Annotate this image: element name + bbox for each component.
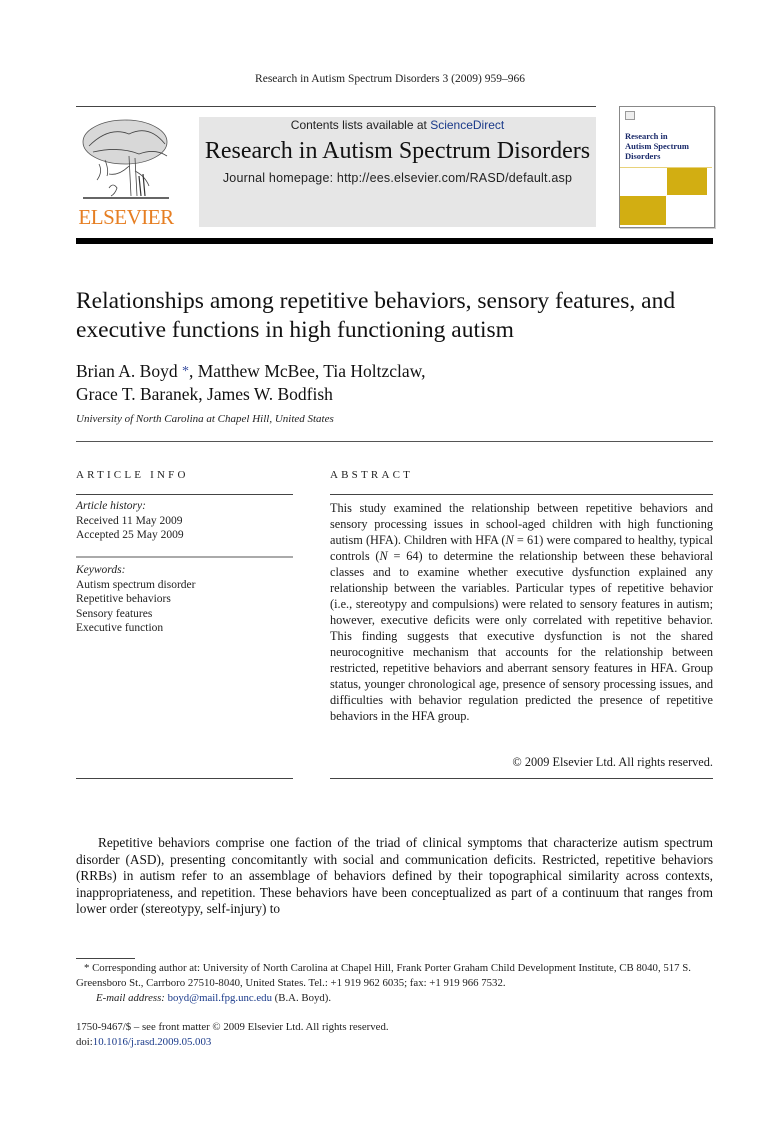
keyword-item: Sensory features — [76, 607, 153, 620]
cover-title-line: Research in — [625, 131, 668, 141]
email-label: E-mail address: — [96, 992, 165, 1004]
sciencedirect-link[interactable]: ScienceDirect — [430, 118, 504, 132]
elsevier-wordmark: ELSEVIER — [78, 205, 174, 229]
keyword-item: Repetitive behaviors — [76, 593, 171, 605]
keyword-item: Autism spectrum disorder — [76, 578, 196, 591]
contents-line: Contents lists available at ScienceDirec… — [199, 118, 596, 132]
front-matter: 1750-9467/$ – see front matter © 2009 El… — [76, 1020, 389, 1050]
elsevier-logo[interactable]: ELSEVIER — [75, 112, 177, 228]
body-paragraph: Repetitive behaviors comprise one factio… — [76, 835, 713, 916]
contents-prefix: Contents lists available at — [290, 118, 431, 132]
abstract-text: This study examined the relationship bet… — [330, 500, 713, 724]
cover-title: Research in Autism Spectrum Disorders — [625, 131, 689, 161]
issn-line: 1750-9467/$ – see front matter © 2009 El… — [76, 1021, 389, 1033]
journal-banner: Contents lists available at ScienceDirec… — [199, 117, 596, 227]
keywords-label: Keywords: — [76, 564, 126, 576]
footnote: * Corresponding author at: University of… — [76, 961, 716, 1006]
doi-line: doi:10.1016/j.rasd.2009.05.003 — [76, 1035, 389, 1050]
abstract-heading: ABSTRACT — [330, 469, 414, 481]
accepted-date: Accepted 25 May 2009 — [76, 529, 184, 541]
abstract-bottom-rule — [330, 778, 713, 779]
header-rule — [76, 106, 596, 107]
article-info-heading: ARTICLE INFO — [76, 469, 189, 481]
abstract-rule — [330, 494, 713, 495]
abstract-n-symbol: N — [505, 533, 514, 547]
received-date: Received 11 May 2009 — [76, 514, 183, 527]
cover-gold-block — [667, 168, 707, 195]
journal-cover-thumbnail[interactable]: Research in Autism Spectrum Disorders — [619, 106, 715, 228]
abstract-segment: = 64) to determine the relationship betw… — [330, 549, 713, 723]
abstract-n-symbol: N — [379, 549, 388, 563]
keywords: Keywords: Autism spectrum disorder Repet… — [76, 563, 195, 636]
article-info-bottom-rule — [76, 778, 293, 779]
keywords-rule — [76, 556, 293, 558]
corresponding-author-mark[interactable]: * — [182, 364, 189, 379]
journal-title: Research in Autism Spectrum Disorders — [204, 138, 591, 164]
doi-prefix: doi: — [76, 1036, 93, 1048]
email-link[interactable]: boyd@mail.fpg.unc.edu — [168, 992, 272, 1004]
abstract-copyright: © 2009 Elsevier Ltd. All rights reserved… — [512, 755, 713, 769]
cover-gold-block — [620, 196, 666, 225]
history-label: Article history: — [76, 500, 146, 512]
author-names: , Matthew McBee, Tia Holtzclaw, — [188, 361, 426, 381]
article-info-rule — [76, 494, 293, 495]
footnote-mark: * — [84, 962, 90, 974]
footnote-rule — [76, 958, 135, 959]
email-suffix: (B.A. Boyd). — [271, 992, 332, 1004]
cover-title-line: Autism Spectrum — [625, 141, 689, 151]
cover-title-line: Disorders — [625, 151, 661, 161]
author-names: Grace T. Baranek, James W. Bodfish — [76, 384, 333, 404]
author-name[interactable]: Brian A. Boyd — [76, 361, 178, 381]
article-history: Article history: Received 11 May 2009 Ac… — [76, 499, 184, 543]
keyword-item: Executive function — [76, 622, 164, 634]
elsevier-tree-icon — [82, 119, 169, 199]
section-rule — [76, 441, 713, 442]
masthead-thick-rule — [76, 238, 713, 244]
journal-homepage[interactable]: Journal homepage: http://ees.elsevier.co… — [199, 171, 596, 185]
article-title: Relationships among repetitive behaviors… — [76, 288, 676, 343]
author-list: Brian A. Boyd *, Matthew McBee, Tia Holt… — [76, 360, 676, 406]
running-head: Research in Autism Spectrum Disorders 3 … — [255, 73, 525, 85]
footnote-text: Corresponding author at: University of N… — [76, 962, 691, 989]
cover-publisher-icon — [625, 111, 635, 120]
affiliation: University of North Carolina at Chapel H… — [76, 413, 334, 425]
doi-link[interactable]: 10.1016/j.rasd.2009.05.003 — [93, 1036, 211, 1048]
